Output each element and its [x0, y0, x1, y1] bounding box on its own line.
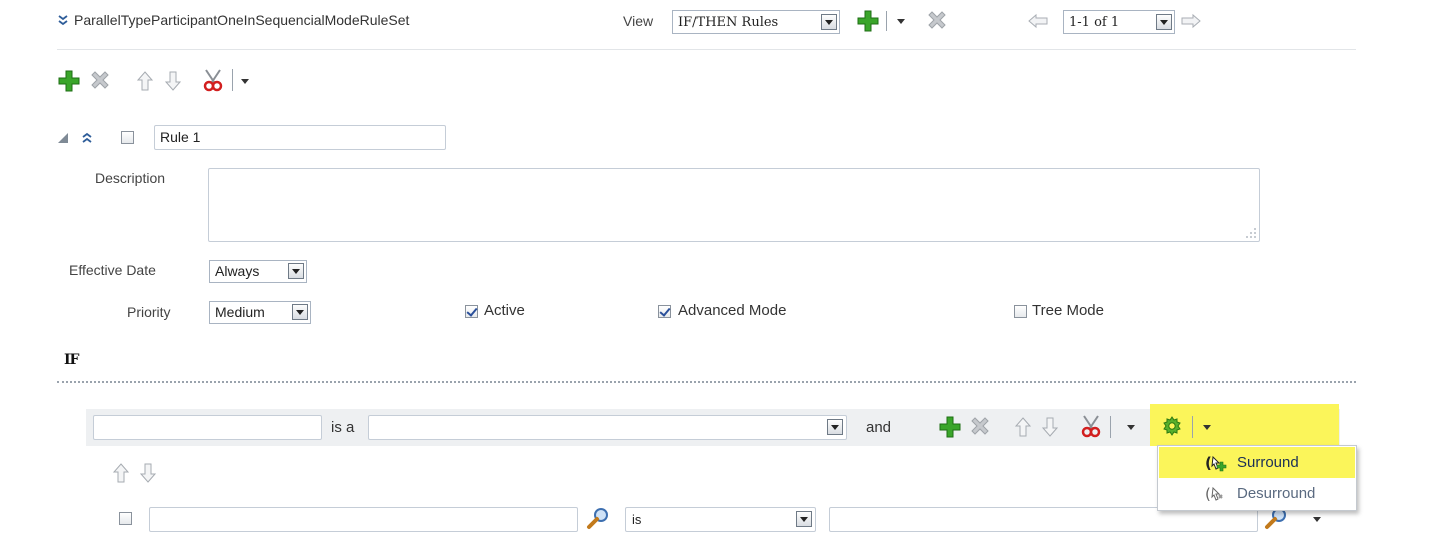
chevron-down-icon[interactable]	[292, 304, 308, 320]
toolbar-divider	[1110, 416, 1111, 438]
tree-mode-label: Tree Mode	[1032, 302, 1104, 319]
active-checkbox[interactable]	[465, 305, 478, 318]
advanced-mode-checkbox[interactable]	[658, 305, 671, 318]
chevron-down-icon[interactable]	[827, 419, 843, 435]
pattern-variable-input[interactable]	[93, 415, 322, 440]
tree-mode-checkbox[interactable]	[1014, 305, 1027, 318]
expand-triangle-icon[interactable]	[57, 132, 69, 144]
pagination-value: 1-1 of 1	[1069, 15, 1120, 30]
surround-icon: (	[1205, 454, 1227, 472]
operator-select[interactable]: is	[625, 507, 816, 532]
gear-context-menu: ( Surround ( Desurround	[1157, 445, 1357, 511]
menu-item-desurround[interactable]: ( Desurround	[1159, 479, 1355, 509]
move-down-icon[interactable]	[139, 462, 157, 484]
add-rule-icon[interactable]	[856, 9, 880, 33]
effective-date-select[interactable]: Always	[209, 260, 307, 283]
effective-date-label: Effective Date	[69, 262, 156, 278]
rule-name-input[interactable]: Rule 1	[154, 125, 446, 150]
advanced-mode-label: Advanced Mode	[678, 302, 787, 319]
active-label: Active	[484, 302, 525, 319]
delete-icon[interactable]	[89, 70, 111, 92]
if-section-title: IF	[64, 352, 79, 368]
move-up-icon[interactable]	[136, 70, 154, 92]
fact-type-select[interactable]	[368, 415, 847, 440]
more-menu-caret-icon[interactable]	[241, 79, 249, 84]
effective-date-value: Always	[215, 263, 260, 279]
chevron-down-icon[interactable]	[821, 14, 837, 30]
priority-select[interactable]: Medium	[209, 301, 311, 324]
view-label: View	[623, 13, 654, 29]
condition-select-checkbox[interactable]	[119, 512, 132, 525]
collapse-rule-icon[interactable]	[81, 131, 93, 143]
priority-value: Medium	[215, 304, 265, 320]
priority-label: Priority	[127, 304, 171, 320]
view-select-value: IF/THEN Rules	[678, 15, 779, 30]
header-divider	[57, 49, 1356, 50]
move-up-icon[interactable]	[1014, 416, 1032, 438]
move-down-icon[interactable]	[164, 70, 182, 92]
cut-icon[interactable]	[202, 68, 224, 92]
more-menu-caret-icon[interactable]	[1127, 425, 1135, 430]
view-select[interactable]: IF/THEN Rules	[672, 10, 840, 34]
desurround-icon: (	[1205, 485, 1227, 503]
ruleset-name: ParallelTypeParticipantOneInSequencialMo…	[74, 12, 410, 28]
add-icon[interactable]	[57, 69, 81, 93]
gear-menu-caret-icon[interactable]	[1203, 425, 1211, 430]
chevron-down-icon[interactable]	[288, 263, 304, 279]
description-label: Description	[95, 170, 166, 186]
toolbar-divider	[232, 69, 233, 91]
delete-rule-icon[interactable]	[926, 10, 948, 32]
rule-select-checkbox[interactable]	[121, 131, 134, 144]
svg-text:(: (	[1205, 454, 1212, 472]
if-section-divider	[57, 381, 1356, 383]
menu-item-surround[interactable]: ( Surround	[1159, 447, 1355, 478]
search-menu-caret-icon[interactable]	[1313, 517, 1321, 522]
delete-icon[interactable]	[969, 416, 991, 438]
and-label: and	[866, 419, 892, 436]
previous-page-icon[interactable]	[1028, 13, 1048, 29]
resize-grip-icon[interactable]	[1245, 227, 1257, 239]
add-menu-caret-icon[interactable]	[897, 19, 905, 24]
operator-value: is	[632, 512, 642, 527]
gear-icon[interactable]	[1161, 415, 1183, 437]
next-page-icon[interactable]	[1181, 13, 1201, 29]
svg-text:(: (	[1205, 485, 1211, 503]
search-icon[interactable]	[586, 506, 610, 530]
move-up-icon[interactable]	[112, 462, 130, 484]
toolbar-divider	[1192, 416, 1193, 438]
toolbar-divider	[886, 11, 887, 31]
move-down-icon[interactable]	[1041, 416, 1059, 438]
pagination-select[interactable]: 1-1 of 1	[1063, 10, 1175, 34]
collapse-ruleset-icon[interactable]	[57, 14, 69, 26]
menu-item-label: Surround	[1237, 454, 1299, 471]
rule-name-value: Rule 1	[160, 129, 201, 145]
cut-icon[interactable]	[1080, 414, 1102, 438]
chevron-down-icon[interactable]	[1156, 14, 1172, 30]
description-textarea[interactable]	[208, 168, 1260, 242]
menu-item-label: Desurround	[1237, 485, 1316, 502]
condition-left-input[interactable]	[149, 507, 578, 532]
add-icon[interactable]	[938, 415, 962, 439]
chevron-down-icon[interactable]	[796, 511, 812, 527]
is-a-label: is a	[331, 419, 355, 436]
